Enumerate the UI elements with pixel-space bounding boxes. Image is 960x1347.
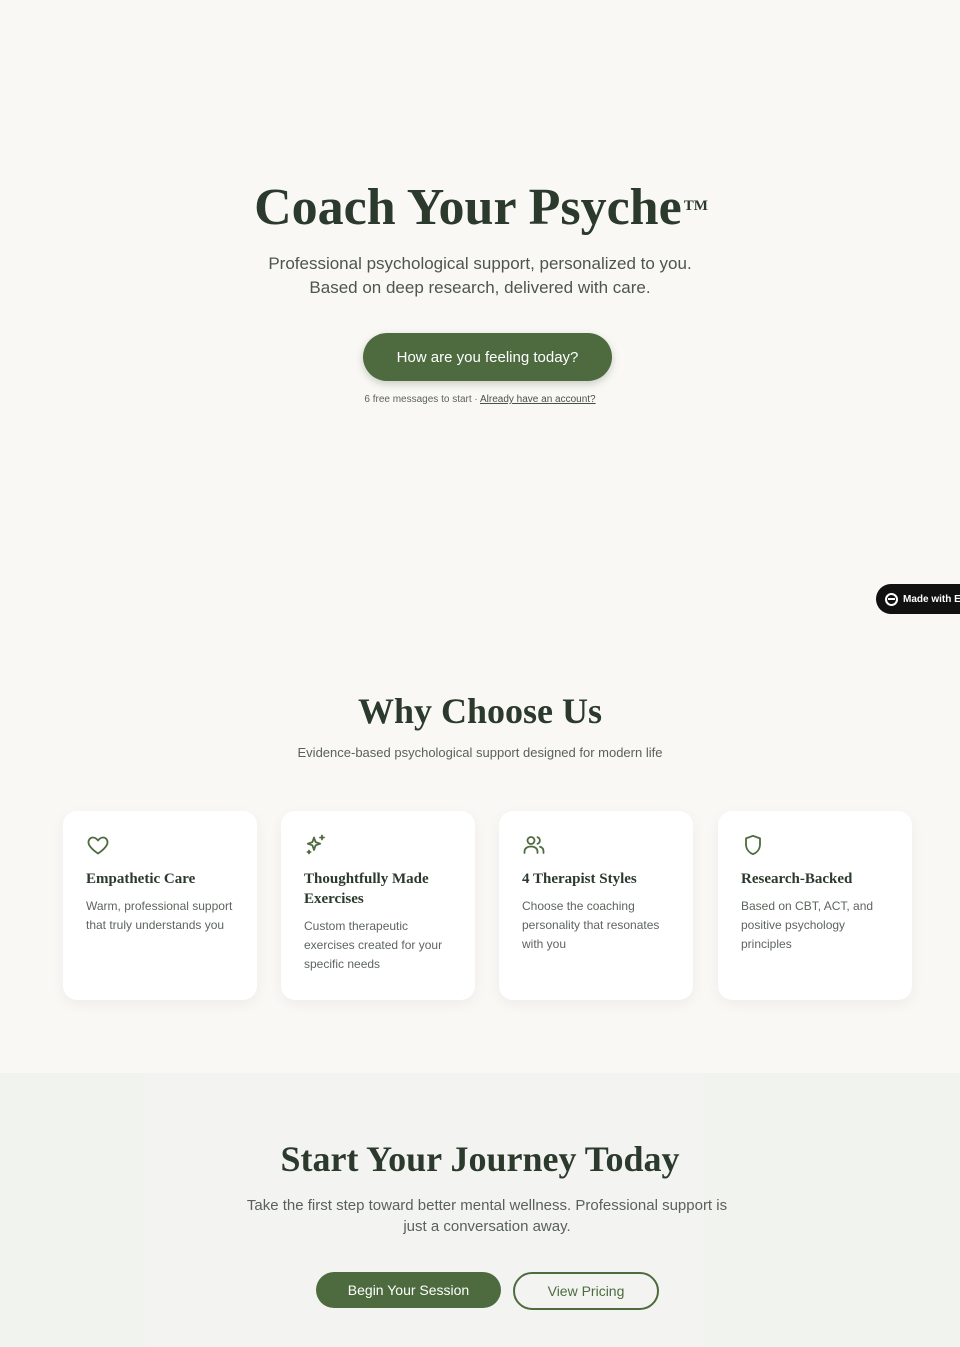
- free-messages-note: 6 free messages to start · Already have …: [0, 394, 960, 405]
- card-description: Based on CBT, ACT, and positive psycholo…: [741, 899, 874, 951]
- card-description: Choose the coaching personality that res…: [522, 899, 660, 951]
- users-icon: [523, 836, 545, 854]
- hero-title-text: Coach Your Psyche: [254, 179, 682, 236]
- trademark-mark: TM: [683, 198, 708, 214]
- begin-session-button[interactable]: Begin Your Session: [316, 1272, 501, 1308]
- heart-icon: [87, 836, 109, 855]
- free-messages-text: 6 free messages to start ·: [364, 394, 480, 405]
- why-choose-us-subtitle: Evidence-based psychological support des…: [297, 745, 663, 760]
- card-title: Thoughtfully Made Exercises: [304, 871, 429, 907]
- view-pricing-button[interactable]: View Pricing: [513, 1272, 659, 1310]
- hero-section: Coach Your Psyche TM Professional psychol…: [0, 0, 960, 640]
- journey-subtitle: Take the first step toward better mental…: [246, 1197, 728, 1235]
- card-description: Custom therapeutic exercises created for…: [304, 919, 443, 971]
- card-title: Research-Backed: [741, 871, 853, 887]
- hero-subtitle: Professional psychological support, pers…: [0, 252, 960, 300]
- hero-title: Coach Your Psyche TM: [0, 178, 960, 238]
- feature-card-empathetic-care: Empathetic Care Warm, professional suppo…: [63, 811, 257, 1000]
- brand-logo-icon: [885, 592, 898, 606]
- why-choose-us-title: Why Choose Us: [357, 691, 603, 731]
- hero-subtitle-line-1: Professional psychological support, pers…: [268, 254, 692, 273]
- login-link[interactable]: Already have an account?: [480, 394, 596, 405]
- hero-subtitle-line-2: Based on deep research, delivered with c…: [309, 278, 651, 297]
- feature-card-therapist-styles: 4 Therapist Styles Choose the coaching p…: [499, 811, 693, 1000]
- feature-card-research-backed: Research-Backed Based on CBT, ACT, and p…: [718, 811, 912, 1000]
- card-title: 4 Therapist Styles: [522, 871, 637, 887]
- shield-icon: [745, 834, 761, 856]
- card-description: Warm, professional support that truly un…: [86, 899, 233, 932]
- feeling-today-button[interactable]: How are you feeling today?: [363, 333, 612, 381]
- made-with-badge[interactable]: Made with Em: [876, 584, 960, 614]
- journey-title: Start Your Journey Today: [280, 1139, 680, 1179]
- sparkles-icon: [306, 834, 325, 855]
- feature-card-exercises: Thoughtfully Made Exercises Custom thera…: [281, 811, 475, 1000]
- badge-label: Made with Em: [903, 593, 960, 605]
- card-title: Empathetic Care: [86, 871, 196, 887]
